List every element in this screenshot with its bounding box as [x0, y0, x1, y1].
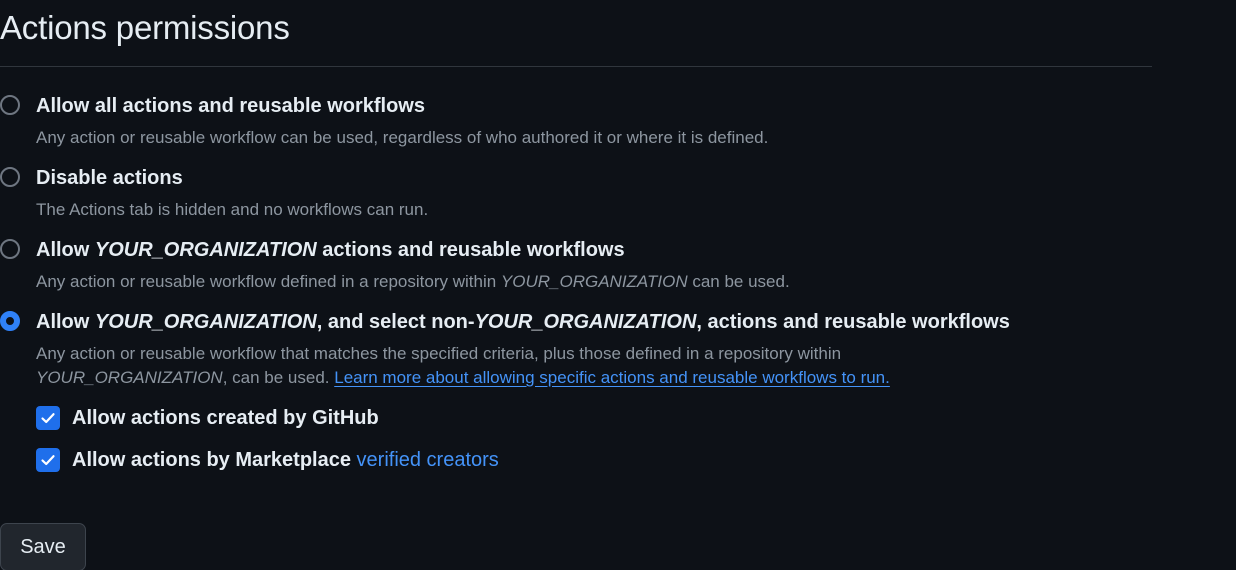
checkmark-icon — [41, 455, 55, 466]
radio-allow-org-and-select[interactable] — [0, 311, 20, 331]
description-prefix: Any action or reusable workflow defined … — [36, 272, 501, 291]
org-name: YOUR_ORGANIZATION — [36, 368, 223, 387]
header-divider — [0, 66, 1152, 67]
option-allow-org-label: Allow YOUR_ORGANIZATION actions and reus… — [36, 238, 625, 262]
checkbox-github-actions[interactable] — [36, 406, 60, 430]
org-name: YOUR_ORGANIZATION — [94, 239, 317, 261]
org-name: YOUR_ORGANIZATION — [500, 272, 688, 291]
label-prefix: Allow — [36, 239, 95, 261]
learn-more-link[interactable]: Learn more about allowing specific actio… — [334, 368, 890, 387]
verified-creators-link[interactable]: verified creators — [357, 449, 499, 471]
option-allow-org-and-select-label: Allow YOUR_ORGANIZATION, and select non-… — [36, 310, 1010, 334]
actions-permissions-page: Actions permissions Allow all actions an… — [0, 0, 1236, 570]
radio-allow-all[interactable] — [0, 95, 20, 115]
description-suffix: can be used. — [687, 272, 790, 291]
save-button[interactable]: Save — [0, 523, 86, 570]
option-disable-actions-description: The Actions tab is hidden and no workflo… — [36, 200, 429, 219]
radio-allow-org[interactable] — [0, 239, 20, 259]
label-prefix: Allow actions by Marketplace — [72, 449, 357, 471]
checkbox-github-actions-label: Allow actions created by GitHub — [72, 407, 379, 429]
label-prefix: Allow — [36, 311, 95, 333]
option-allow-all-label: Allow all actions and reusable workflows — [36, 95, 425, 117]
label-suffix: actions and reusable workflows — [316, 239, 625, 261]
option-allow-org-description: Any action or reusable workflow defined … — [36, 270, 790, 294]
checkmark-icon — [41, 413, 55, 424]
org-name: YOUR_ORGANIZATION — [94, 311, 317, 333]
org-name: YOUR_ORGANIZATION — [474, 311, 697, 333]
label-suffix: , actions and reusable workflows — [696, 311, 1010, 333]
label-middle: , and select non- — [316, 311, 475, 333]
description-line2-suffix: , can be used. — [222, 368, 335, 387]
option-allow-all-description: Any action or reusable workflow can be u… — [36, 128, 769, 147]
option-allow-org-and-select-description-line1: Any action or reusable workflow that mat… — [36, 344, 842, 363]
page-title: Actions permissions — [0, 9, 290, 46]
option-allow-org-and-select-description-line2: YOUR_ORGANIZATION, can be used. Learn mo… — [36, 366, 890, 390]
checkbox-marketplace-label: Allow actions by Marketplace verified cr… — [72, 448, 499, 472]
checkbox-marketplace-verified[interactable] — [36, 448, 60, 472]
option-disable-actions-label: Disable actions — [36, 167, 183, 189]
radio-disable-actions[interactable] — [0, 167, 20, 187]
